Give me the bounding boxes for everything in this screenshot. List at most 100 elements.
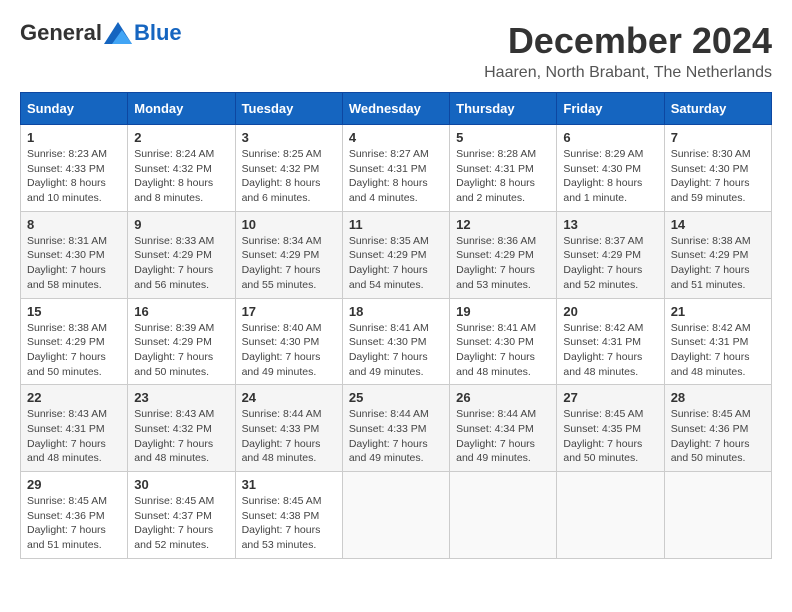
day-detail: Sunrise: 8:28 AM Sunset: 4:31 PM Dayligh… [456,147,550,206]
calendar-week-row: 29 Sunrise: 8:45 AM Sunset: 4:36 PM Dayl… [21,472,772,559]
calendar-cell [557,472,664,559]
day-detail: Sunrise: 8:31 AM Sunset: 4:30 PM Dayligh… [27,234,121,293]
calendar-week-row: 8 Sunrise: 8:31 AM Sunset: 4:30 PM Dayli… [21,211,772,298]
logo-icon [104,22,132,44]
day-number: 25 [349,390,443,405]
day-detail: Sunrise: 8:41 AM Sunset: 4:30 PM Dayligh… [349,321,443,380]
day-number: 13 [563,217,657,232]
day-number: 19 [456,304,550,319]
day-detail: Sunrise: 8:44 AM Sunset: 4:33 PM Dayligh… [242,407,336,466]
calendar-cell: 29 Sunrise: 8:45 AM Sunset: 4:36 PM Dayl… [21,472,128,559]
day-number: 21 [671,304,765,319]
day-detail: Sunrise: 8:35 AM Sunset: 4:29 PM Dayligh… [349,234,443,293]
day-number: 20 [563,304,657,319]
day-detail: Sunrise: 8:38 AM Sunset: 4:29 PM Dayligh… [27,321,121,380]
day-detail: Sunrise: 8:45 AM Sunset: 4:35 PM Dayligh… [563,407,657,466]
day-detail: Sunrise: 8:38 AM Sunset: 4:29 PM Dayligh… [671,234,765,293]
day-detail: Sunrise: 8:45 AM Sunset: 4:37 PM Dayligh… [134,494,228,553]
day-number: 11 [349,217,443,232]
calendar-cell: 16 Sunrise: 8:39 AM Sunset: 4:29 PM Dayl… [128,298,235,385]
calendar-cell [450,472,557,559]
location-subtitle: Haaren, North Brabant, The Netherlands [484,64,772,82]
day-detail: Sunrise: 8:40 AM Sunset: 4:30 PM Dayligh… [242,321,336,380]
calendar-cell: 14 Sunrise: 8:38 AM Sunset: 4:29 PM Dayl… [664,211,771,298]
day-detail: Sunrise: 8:36 AM Sunset: 4:29 PM Dayligh… [456,234,550,293]
calendar-cell: 5 Sunrise: 8:28 AM Sunset: 4:31 PM Dayli… [450,125,557,212]
month-title: December 2024 [484,20,772,62]
day-number: 3 [242,130,336,145]
day-header-tuesday: Tuesday [235,93,342,125]
calendar-cell: 1 Sunrise: 8:23 AM Sunset: 4:33 PM Dayli… [21,125,128,212]
calendar-cell: 30 Sunrise: 8:45 AM Sunset: 4:37 PM Dayl… [128,472,235,559]
calendar-cell: 17 Sunrise: 8:40 AM Sunset: 4:30 PM Dayl… [235,298,342,385]
logo: General Blue [20,20,182,46]
calendar-cell: 20 Sunrise: 8:42 AM Sunset: 4:31 PM Dayl… [557,298,664,385]
day-number: 7 [671,130,765,145]
day-detail: Sunrise: 8:30 AM Sunset: 4:30 PM Dayligh… [671,147,765,206]
calendar-cell: 26 Sunrise: 8:44 AM Sunset: 4:34 PM Dayl… [450,385,557,472]
calendar-week-row: 22 Sunrise: 8:43 AM Sunset: 4:31 PM Dayl… [21,385,772,472]
calendar-cell: 6 Sunrise: 8:29 AM Sunset: 4:30 PM Dayli… [557,125,664,212]
page-header: General Blue December 2024 Haaren, North… [20,20,772,82]
logo-general-text: General [20,20,102,46]
day-number: 8 [27,217,121,232]
day-detail: Sunrise: 8:24 AM Sunset: 4:32 PM Dayligh… [134,147,228,206]
day-header-saturday: Saturday [664,93,771,125]
calendar-cell: 10 Sunrise: 8:34 AM Sunset: 4:29 PM Dayl… [235,211,342,298]
day-number: 14 [671,217,765,232]
calendar-cell: 31 Sunrise: 8:45 AM Sunset: 4:38 PM Dayl… [235,472,342,559]
calendar-cell: 25 Sunrise: 8:44 AM Sunset: 4:33 PM Dayl… [342,385,449,472]
logo-blue-text: Blue [134,20,182,46]
day-detail: Sunrise: 8:44 AM Sunset: 4:34 PM Dayligh… [456,407,550,466]
calendar-week-row: 1 Sunrise: 8:23 AM Sunset: 4:33 PM Dayli… [21,125,772,212]
day-header-friday: Friday [557,93,664,125]
day-number: 29 [27,477,121,492]
day-number: 5 [456,130,550,145]
calendar-cell [342,472,449,559]
day-detail: Sunrise: 8:34 AM Sunset: 4:29 PM Dayligh… [242,234,336,293]
day-number: 4 [349,130,443,145]
day-number: 9 [134,217,228,232]
day-detail: Sunrise: 8:39 AM Sunset: 4:29 PM Dayligh… [134,321,228,380]
day-number: 23 [134,390,228,405]
day-detail: Sunrise: 8:44 AM Sunset: 4:33 PM Dayligh… [349,407,443,466]
calendar-cell: 12 Sunrise: 8:36 AM Sunset: 4:29 PM Dayl… [450,211,557,298]
calendar-cell: 4 Sunrise: 8:27 AM Sunset: 4:31 PM Dayli… [342,125,449,212]
day-detail: Sunrise: 8:43 AM Sunset: 4:31 PM Dayligh… [27,407,121,466]
calendar-cell: 22 Sunrise: 8:43 AM Sunset: 4:31 PM Dayl… [21,385,128,472]
day-detail: Sunrise: 8:42 AM Sunset: 4:31 PM Dayligh… [563,321,657,380]
day-number: 31 [242,477,336,492]
day-number: 27 [563,390,657,405]
day-number: 17 [242,304,336,319]
calendar-cell: 28 Sunrise: 8:45 AM Sunset: 4:36 PM Dayl… [664,385,771,472]
day-number: 18 [349,304,443,319]
calendar-cell: 21 Sunrise: 8:42 AM Sunset: 4:31 PM Dayl… [664,298,771,385]
calendar-table: SundayMondayTuesdayWednesdayThursdayFrid… [20,92,772,559]
calendar-cell [664,472,771,559]
calendar-cell: 27 Sunrise: 8:45 AM Sunset: 4:35 PM Dayl… [557,385,664,472]
day-detail: Sunrise: 8:45 AM Sunset: 4:38 PM Dayligh… [242,494,336,553]
calendar-cell: 7 Sunrise: 8:30 AM Sunset: 4:30 PM Dayli… [664,125,771,212]
day-number: 16 [134,304,228,319]
day-detail: Sunrise: 8:41 AM Sunset: 4:30 PM Dayligh… [456,321,550,380]
day-number: 24 [242,390,336,405]
day-header-monday: Monday [128,93,235,125]
day-number: 22 [27,390,121,405]
calendar-cell: 19 Sunrise: 8:41 AM Sunset: 4:30 PM Dayl… [450,298,557,385]
day-header-sunday: Sunday [21,93,128,125]
day-detail: Sunrise: 8:23 AM Sunset: 4:33 PM Dayligh… [27,147,121,206]
day-number: 15 [27,304,121,319]
calendar-cell: 11 Sunrise: 8:35 AM Sunset: 4:29 PM Dayl… [342,211,449,298]
day-number: 12 [456,217,550,232]
title-area: December 2024 Haaren, North Brabant, The… [484,20,772,82]
day-number: 2 [134,130,228,145]
day-number: 30 [134,477,228,492]
calendar-cell: 15 Sunrise: 8:38 AM Sunset: 4:29 PM Dayl… [21,298,128,385]
day-detail: Sunrise: 8:45 AM Sunset: 4:36 PM Dayligh… [671,407,765,466]
day-detail: Sunrise: 8:29 AM Sunset: 4:30 PM Dayligh… [563,147,657,206]
calendar-cell: 9 Sunrise: 8:33 AM Sunset: 4:29 PM Dayli… [128,211,235,298]
day-detail: Sunrise: 8:42 AM Sunset: 4:31 PM Dayligh… [671,321,765,380]
calendar-cell: 2 Sunrise: 8:24 AM Sunset: 4:32 PM Dayli… [128,125,235,212]
day-header-wednesday: Wednesday [342,93,449,125]
calendar-header-row: SundayMondayTuesdayWednesdayThursdayFrid… [21,93,772,125]
